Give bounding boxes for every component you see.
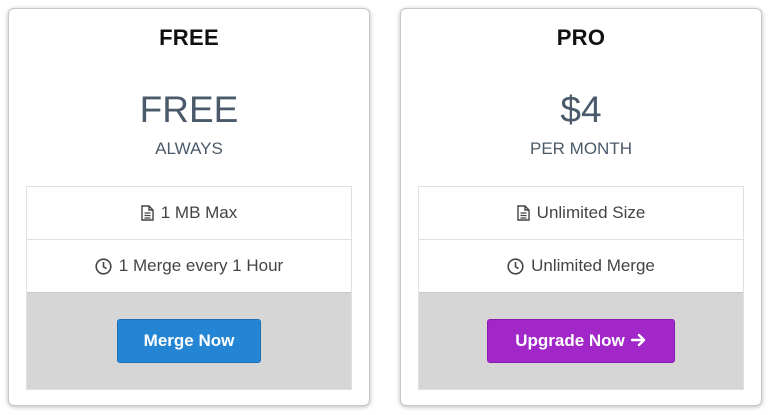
- plan-price: $4: [560, 89, 602, 130]
- feature-text: 1 MB Max: [160, 203, 238, 222]
- feature-list: Unlimited Size Unlimited Merge Upgrade N…: [418, 186, 744, 390]
- feature-text: Unlimited Size: [536, 203, 646, 222]
- button-label: Merge Now: [143, 331, 235, 350]
- upgrade-now-button[interactable]: Upgrade Now: [487, 319, 675, 363]
- document-icon: [141, 205, 154, 221]
- plan-name: FREE: [159, 25, 219, 50]
- card-footer: Upgrade Now: [419, 292, 743, 389]
- feature-item: Unlimited Merge: [419, 239, 743, 292]
- clock-icon: [95, 257, 112, 275]
- pricing-card-pro: PRO $4 PER MONTH Unlimited Size Unlimite…: [400, 8, 762, 406]
- arrow-right-icon: [630, 331, 647, 352]
- plan-price: FREE: [139, 89, 239, 130]
- card-footer: Merge Now: [27, 292, 351, 389]
- feature-item: 1 Merge every 1 Hour: [27, 239, 351, 292]
- plan-name: PRO: [556, 25, 606, 50]
- feature-text: Unlimited Merge: [531, 256, 655, 275]
- pricing-card-free: FREE FREE ALWAYS 1 MB Max 1 Merge every …: [8, 8, 370, 406]
- plan-period: PER MONTH: [530, 139, 632, 158]
- document-icon: [516, 205, 530, 221]
- button-label: Upgrade Now: [515, 331, 625, 350]
- clock-icon: [507, 257, 524, 275]
- feature-item: 1 MB Max: [27, 187, 351, 239]
- feature-text: 1 Merge every 1 Hour: [118, 256, 284, 275]
- feature-list: 1 MB Max 1 Merge every 1 Hour Merge Now: [26, 186, 352, 390]
- plan-period: ALWAYS: [155, 139, 223, 158]
- feature-item: Unlimited Size: [419, 187, 743, 239]
- merge-now-button[interactable]: Merge Now: [117, 319, 261, 363]
